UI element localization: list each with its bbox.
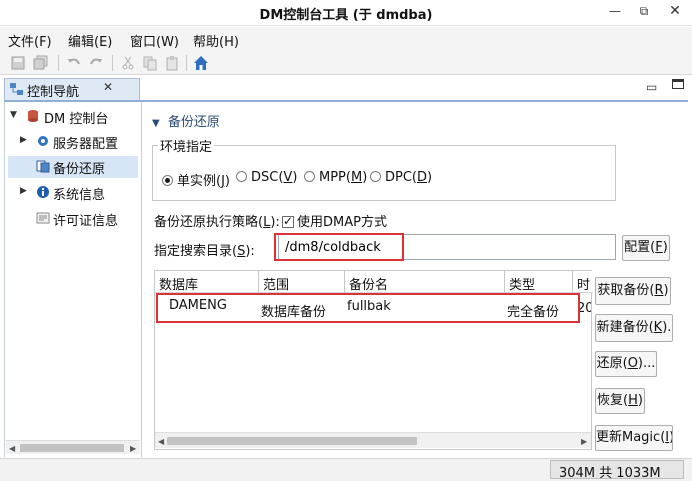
radio-dsc[interactable]: DSC(V) (236, 170, 297, 185)
gear-icon (38, 136, 48, 146)
checkbox-box[interactable] (282, 214, 294, 228)
menu-help[interactable]: 帮助(H) (193, 31, 239, 50)
section-collapse-icon[interactable]: ▼ (152, 118, 160, 129)
strategy-label: 备份还原执行策略(L): (154, 215, 280, 230)
column-header-type[interactable]: 类型 (505, 271, 573, 293)
tree-item-label: DM 控制台 (44, 112, 109, 127)
tab-label: 控制导航 (27, 85, 80, 100)
save-icon[interactable] (10, 55, 26, 71)
dmap-label: 使用DMAP方式 (297, 215, 387, 230)
environment-group-label: 环境指定 (158, 136, 215, 155)
database-icon (28, 110, 38, 122)
column-header-database[interactable]: 数据库 (155, 271, 259, 293)
tree-item-label: 服务器配置 (53, 137, 119, 152)
home-icon[interactable] (193, 55, 209, 71)
restore-button[interactable]: 还原(O)... (595, 351, 657, 377)
scrollbar-thumb[interactable] (167, 437, 417, 445)
menu-edit[interactable]: 编辑(E) (68, 31, 112, 50)
scrollbar-thumb[interactable] (20, 444, 124, 452)
tab-control-navigation[interactable]: 控制导航 ✕ (4, 78, 140, 100)
redo-icon[interactable] (88, 55, 104, 71)
collapse-arrow-icon[interactable]: ▶ (20, 186, 27, 196)
toolbar-separator (112, 55, 113, 71)
license-icon (36, 212, 50, 224)
menu-file[interactable]: 文件(F) (8, 31, 52, 50)
update-magic-button[interactable]: 更新Magic(I) (595, 425, 673, 451)
highlight-box (274, 233, 404, 261)
table-scrollbar[interactable]: ◀ ▶ (155, 432, 591, 448)
radio-single-instance[interactable]: 单实例(J) (162, 170, 230, 189)
section-header[interactable]: ▼ 备份还原 (152, 111, 220, 130)
tree-item-label: 系统信息 (53, 188, 106, 203)
menu-bar: 文件(F) 编辑(E) 窗口(W) 帮助(H) (0, 27, 692, 51)
search-directory-label: 指定搜索目录(S): (154, 244, 255, 259)
undo-icon[interactable] (66, 55, 82, 71)
view-menu-icon[interactable]: ▭ (646, 80, 657, 94)
tree-item-label: 许可证信息 (53, 214, 119, 229)
navigation-icon (10, 83, 23, 95)
scroll-right-icon[interactable]: ▶ (581, 437, 587, 446)
maximize-view-icon[interactable] (672, 79, 684, 89)
column-header-time[interactable]: 时 (573, 271, 593, 293)
title-bar: DM控制台工具 (于 dmdba) — ⧉ ✕ (0, 0, 692, 26)
radio-dot[interactable] (304, 171, 315, 182)
toolbar-separator (186, 55, 187, 71)
tree-item-backup-restore[interactable]: 备份还原 (8, 156, 138, 178)
navigation-scrollbar[interactable]: ◀ ▶ (6, 440, 140, 454)
tree-item-system-info[interactable]: ▶ 系统信息 (8, 182, 138, 204)
new-backup-button[interactable]: 新建备份(K). (595, 314, 673, 342)
scroll-left-icon[interactable]: ◀ (158, 437, 164, 446)
highlight-box (156, 293, 580, 323)
save-all-icon[interactable] (33, 55, 49, 71)
tree-item-label: 备份还原 (53, 162, 106, 177)
toolbar (0, 51, 692, 75)
window-title: DM控制台工具 (于 dmdba) (259, 8, 433, 23)
get-backup-button[interactable]: 获取备份(R) (595, 277, 671, 305)
radio-dot[interactable] (236, 171, 247, 182)
tree-item-dm-console[interactable]: ▼ DM 控制台 (8, 106, 138, 128)
scroll-right-icon[interactable]: ▶ (130, 444, 136, 453)
minimize-icon[interactable]: — (603, 2, 627, 20)
maximize-icon[interactable]: ⧉ (632, 2, 656, 20)
radio-dpc[interactable]: DPC(D) (370, 170, 432, 185)
close-tab-icon[interactable]: ✕ (103, 80, 113, 94)
tree-item-license-info[interactable]: 许可证信息 (8, 208, 138, 230)
paste-icon[interactable] (164, 55, 180, 71)
menu-window[interactable]: 窗口(W) (130, 31, 179, 50)
expand-arrow-icon[interactable]: ▼ (10, 110, 17, 120)
tree-item-server-config[interactable]: ▶ 服务器配置 (8, 131, 138, 153)
column-header-backup-name[interactable]: 备份名 (345, 271, 505, 293)
scroll-left-icon[interactable]: ◀ (9, 444, 15, 453)
backup-icon (36, 160, 50, 173)
radio-dot[interactable] (370, 171, 381, 182)
section-title: 备份还原 (167, 115, 220, 130)
radio-mpp[interactable]: MPP(M) (304, 170, 367, 185)
recover-button[interactable]: 恢复(H) (595, 388, 645, 414)
close-icon[interactable]: ✕ (663, 2, 687, 20)
config-button[interactable]: 配置(F) (622, 235, 670, 261)
info-icon (37, 186, 49, 198)
dmap-checkbox[interactable]: 使用DMAP方式 (282, 211, 387, 230)
column-header-scope[interactable]: 范围 (259, 271, 345, 293)
cut-icon[interactable] (120, 55, 136, 71)
radio-dot[interactable] (162, 175, 173, 186)
memory-indicator[interactable]: 304M 共 1033M (550, 460, 684, 481)
toolbar-separator (58, 55, 59, 71)
collapse-arrow-icon[interactable]: ▶ (20, 135, 27, 145)
copy-icon[interactable] (142, 55, 158, 71)
